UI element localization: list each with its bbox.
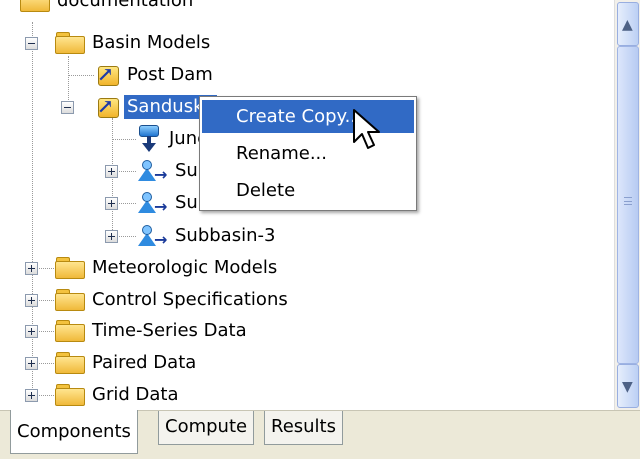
mouse-pointer-icon bbox=[353, 109, 380, 149]
tab-results[interactable]: Results bbox=[264, 411, 343, 445]
chevron-up-icon: ▲ bbox=[622, 17, 633, 33]
tree-item-documentation[interactable]: documentation bbox=[20, 0, 196, 16]
tree-item-label: documentation bbox=[57, 0, 194, 11]
tree-item-time-series-data[interactable]: Time-Series Data bbox=[55, 316, 250, 346]
folder-icon bbox=[55, 257, 85, 279]
tab-bar: Components Compute Results bbox=[0, 410, 640, 459]
folder-icon bbox=[55, 320, 85, 342]
expand-toggle[interactable] bbox=[105, 230, 118, 243]
subbasin-icon: → bbox=[136, 190, 168, 216]
tree-item-meteorologic-models[interactable]: Meteorologic Models bbox=[55, 253, 280, 283]
tree-item-basin-models[interactable]: Basin Models bbox=[55, 28, 213, 58]
chevron-down-icon: ▼ bbox=[622, 379, 633, 395]
tab-components[interactable]: Components bbox=[10, 410, 138, 454]
expand-toggle[interactable] bbox=[25, 357, 38, 370]
junction-icon bbox=[136, 125, 162, 153]
subbasin-icon: → bbox=[136, 158, 168, 184]
folder-icon bbox=[55, 289, 85, 311]
scrollbar-thumb[interactable] bbox=[617, 46, 639, 364]
subbasin-icon: → bbox=[136, 223, 168, 249]
tree-item-control-specifications[interactable]: Control Specifications bbox=[55, 285, 291, 315]
folder-icon bbox=[55, 32, 85, 54]
expand-toggle[interactable] bbox=[25, 294, 38, 307]
tree-item-label: Time-Series Data bbox=[92, 320, 247, 341]
tree-item-paired-data[interactable]: Paired Data bbox=[55, 348, 199, 378]
tree-item-label: Grid Data bbox=[92, 384, 179, 405]
expand-toggle[interactable] bbox=[25, 389, 38, 402]
tree-item-label: Subbasin-3 bbox=[175, 225, 276, 246]
expand-toggle[interactable] bbox=[25, 262, 38, 275]
tree-item-label: Paired Data bbox=[92, 352, 197, 373]
expand-toggle[interactable] bbox=[105, 197, 118, 210]
watershed-explorer-tree[interactable]: documentation Basin Models ↗ Post Dam ↗ … bbox=[0, 0, 614, 410]
tree-item-post-dam[interactable]: ↗ Post Dam bbox=[94, 60, 216, 90]
collapse-toggle[interactable] bbox=[61, 101, 74, 114]
scroll-down-button[interactable]: ▼ bbox=[617, 364, 639, 408]
basin-model-icon: ↗ bbox=[94, 62, 120, 88]
vertical-scrollbar[interactable]: ▲ ▼ bbox=[614, 0, 640, 410]
tree-item-grid-data[interactable]: Grid Data bbox=[55, 380, 181, 410]
tree-item-label: Basin Models bbox=[92, 32, 211, 53]
tree-item-label: Meteorologic Models bbox=[92, 257, 278, 278]
collapse-toggle[interactable] bbox=[25, 37, 38, 50]
folder-icon bbox=[20, 0, 50, 12]
menu-item-delete[interactable]: Delete bbox=[202, 174, 414, 207]
basin-model-icon: ↗ bbox=[94, 94, 120, 120]
tree-item-label: Post Dam bbox=[127, 64, 213, 85]
tree-connector bbox=[68, 75, 94, 76]
expand-toggle[interactable] bbox=[105, 165, 118, 178]
scroll-up-button[interactable]: ▲ bbox=[617, 2, 639, 46]
expand-toggle[interactable] bbox=[25, 325, 38, 338]
folder-icon bbox=[55, 352, 85, 374]
tree-item-subbasin-3[interactable]: → Subbasin-3 bbox=[136, 221, 278, 251]
folder-icon bbox=[55, 384, 85, 406]
grip-icon bbox=[624, 197, 632, 205]
tree-connector bbox=[112, 139, 136, 140]
tree-item-label: Control Specifications bbox=[92, 289, 288, 310]
tree-connector bbox=[32, 22, 33, 394]
tab-compute[interactable]: Compute bbox=[158, 411, 255, 445]
